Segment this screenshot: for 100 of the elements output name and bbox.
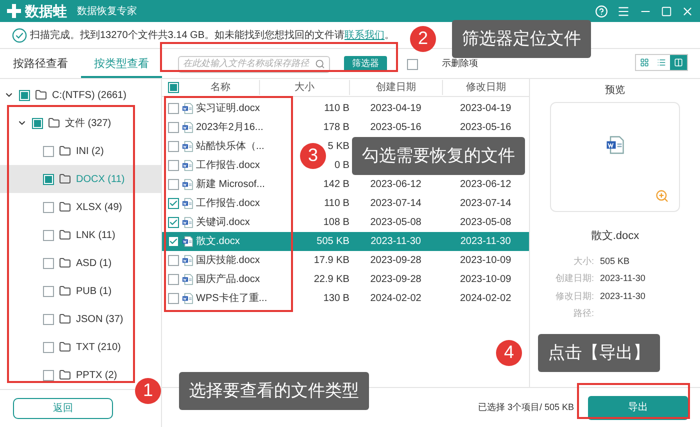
modified-date: 2023-05-08 [460, 217, 512, 228]
app-subtitle: 数据恢复专家 [77, 4, 137, 18]
file-name: 2023年2月16... [196, 121, 264, 135]
column-header[interactable]: 大小 [260, 80, 350, 95]
checkbox[interactable] [43, 258, 54, 268]
checkbox[interactable] [168, 82, 179, 93]
menu-icon[interactable] [617, 4, 630, 18]
tree-label: C:(NTFS) (2661) [52, 88, 126, 102]
close-icon[interactable] [681, 4, 694, 18]
word-file-icon [182, 160, 193, 171]
file-size: 130 B [323, 292, 350, 306]
tree-item[interactable]: PUB (1) [0, 277, 161, 305]
word-file-icon [182, 198, 193, 209]
file-row[interactable]: 国庆技能.docx 17.9 KB 2023-09-28 2023-10-09 [162, 251, 529, 270]
folder-icon [35, 89, 47, 101]
file-row[interactable]: WPS卡住了重... 130 B 2024-02-02 2024-02-02 [162, 289, 529, 308]
tree-item[interactable]: XLSX (49) [0, 193, 161, 221]
columns-icon [674, 58, 683, 67]
checkbox[interactable] [168, 103, 179, 114]
folder-icon [48, 117, 60, 129]
tree-label: PPTX (2) [76, 368, 118, 382]
checkbox[interactable] [168, 160, 179, 171]
column-header[interactable]: 修改日期 [443, 80, 529, 95]
tree-item[interactable]: JSON (37) [0, 305, 161, 333]
checkbox[interactable] [168, 141, 179, 152]
tree-item[interactable]: ASD (1) [0, 249, 161, 277]
checkbox[interactable] [43, 230, 54, 240]
file-row[interactable]: 国庆产品.docx 22.9 KB 2023-09-28 2023-10-09 [162, 270, 529, 289]
file-row[interactable]: 关键词.docx 108 B 2023-05-08 2023-05-08 [162, 213, 529, 232]
checkbox[interactable] [43, 202, 54, 212]
word-file-icon [182, 122, 193, 133]
file-row[interactable]: 新建 Microsof... 142 B 2023-06-12 2023-06-12 [162, 175, 529, 194]
tree-item[interactable]: TXT (210) [0, 333, 161, 361]
checkbox[interactable] [168, 293, 179, 304]
file-row[interactable]: 散文.docx 505 KB 2023-11-30 2023-11-30 [162, 232, 529, 251]
file-size: 178 B [323, 121, 350, 135]
zoom-icon[interactable] [655, 189, 669, 203]
checkbox[interactable] [43, 146, 54, 156]
file-name: 工作报告.docx [196, 196, 261, 211]
step-tooltip: 筛选器定位文件 [452, 20, 591, 58]
scan-status-text: 扫描完成。找到13270个文件共3.14 GB。如未能找到您想找回的文件请联系我们。 [30, 28, 394, 42]
modified-date: 2023-04-19 [460, 103, 512, 114]
search-field[interactable]: 在此处输入文件名称或保存路径 [178, 56, 330, 72]
file-size: 505 KB [316, 235, 350, 249]
created-date: 2023-09-28 [370, 255, 422, 266]
created-date: 2023-06-12 [370, 179, 422, 190]
checkbox[interactable] [43, 370, 54, 380]
maximize-icon[interactable] [661, 6, 672, 16]
checkbox[interactable] [168, 217, 179, 228]
file-row[interactable]: 实习证明.docx 110 B 2023-04-19 2023-04-19 [162, 99, 529, 118]
folder-icon [59, 145, 71, 157]
app-logo-text: 数据蛙 [25, 2, 67, 20]
modified-date: 2023-06-12 [460, 179, 512, 190]
checkbox[interactable] [168, 179, 179, 190]
preview-title: 预览 [605, 84, 625, 98]
field-label: 创建日期: [554, 272, 594, 285]
file-name: 关键词.docx [196, 216, 251, 230]
created-date: 2023-05-16 [370, 122, 422, 133]
checkbox[interactable] [168, 122, 179, 133]
checkbox[interactable] [168, 255, 179, 266]
logo-icon [6, 3, 22, 19]
created-date: 2024-02-02 [370, 293, 422, 304]
checkbox[interactable] [43, 174, 54, 184]
created-date: 2023-04-19 [370, 103, 422, 114]
tree-item[interactable]: C:(NTFS) (2661) [0, 81, 161, 109]
file-size: 0 B [334, 159, 350, 173]
word-file-icon [182, 179, 193, 190]
contact-link[interactable]: 联系我们 [344, 30, 384, 40]
column-header[interactable]: 名称 [182, 80, 260, 95]
check-circle-icon [12, 28, 27, 42]
export-button[interactable]: 导出 [588, 396, 688, 420]
word-file-icon [182, 217, 193, 228]
view-tab[interactable]: 按类型查看 [81, 52, 162, 78]
file-row[interactable]: 工作报告.docx 110 B 2023-07-14 2023-07-14 [162, 194, 529, 213]
checkbox[interactable] [43, 342, 54, 352]
word-file-icon [182, 293, 193, 304]
help-icon[interactable] [595, 4, 608, 18]
column-header[interactable]: 创建日期 [350, 80, 444, 95]
tree-item[interactable]: INI (2) [0, 137, 161, 165]
file-row[interactable]: 2023年2月16... 178 B 2023-05-16 2023-05-16 [162, 118, 529, 137]
field-label: 大小: [572, 254, 594, 268]
tree-item[interactable]: 文件 (327) [0, 109, 161, 137]
checkbox[interactable] [43, 314, 54, 324]
checkbox[interactable] [407, 58, 418, 70]
view-tab[interactable]: 按路径查看 [0, 52, 81, 78]
checkbox[interactable] [168, 198, 179, 209]
checkbox[interactable] [43, 286, 54, 296]
list-icon [657, 58, 666, 67]
tree-item[interactable]: LNK (11) [0, 221, 161, 249]
checkbox[interactable] [168, 274, 179, 285]
checkbox[interactable] [168, 236, 179, 247]
checkbox[interactable] [32, 118, 43, 128]
search-icon[interactable] [315, 59, 325, 69]
file-name: 工作报告.docx [196, 158, 261, 173]
modified-date: 2024-02-02 [460, 293, 512, 304]
tree-label: JSON (37) [76, 312, 124, 326]
preview-view-button[interactable] [670, 55, 687, 70]
word-file-icon [606, 136, 624, 154]
back-button[interactable]: 返回 [13, 398, 113, 419]
checkbox[interactable] [19, 90, 30, 100]
